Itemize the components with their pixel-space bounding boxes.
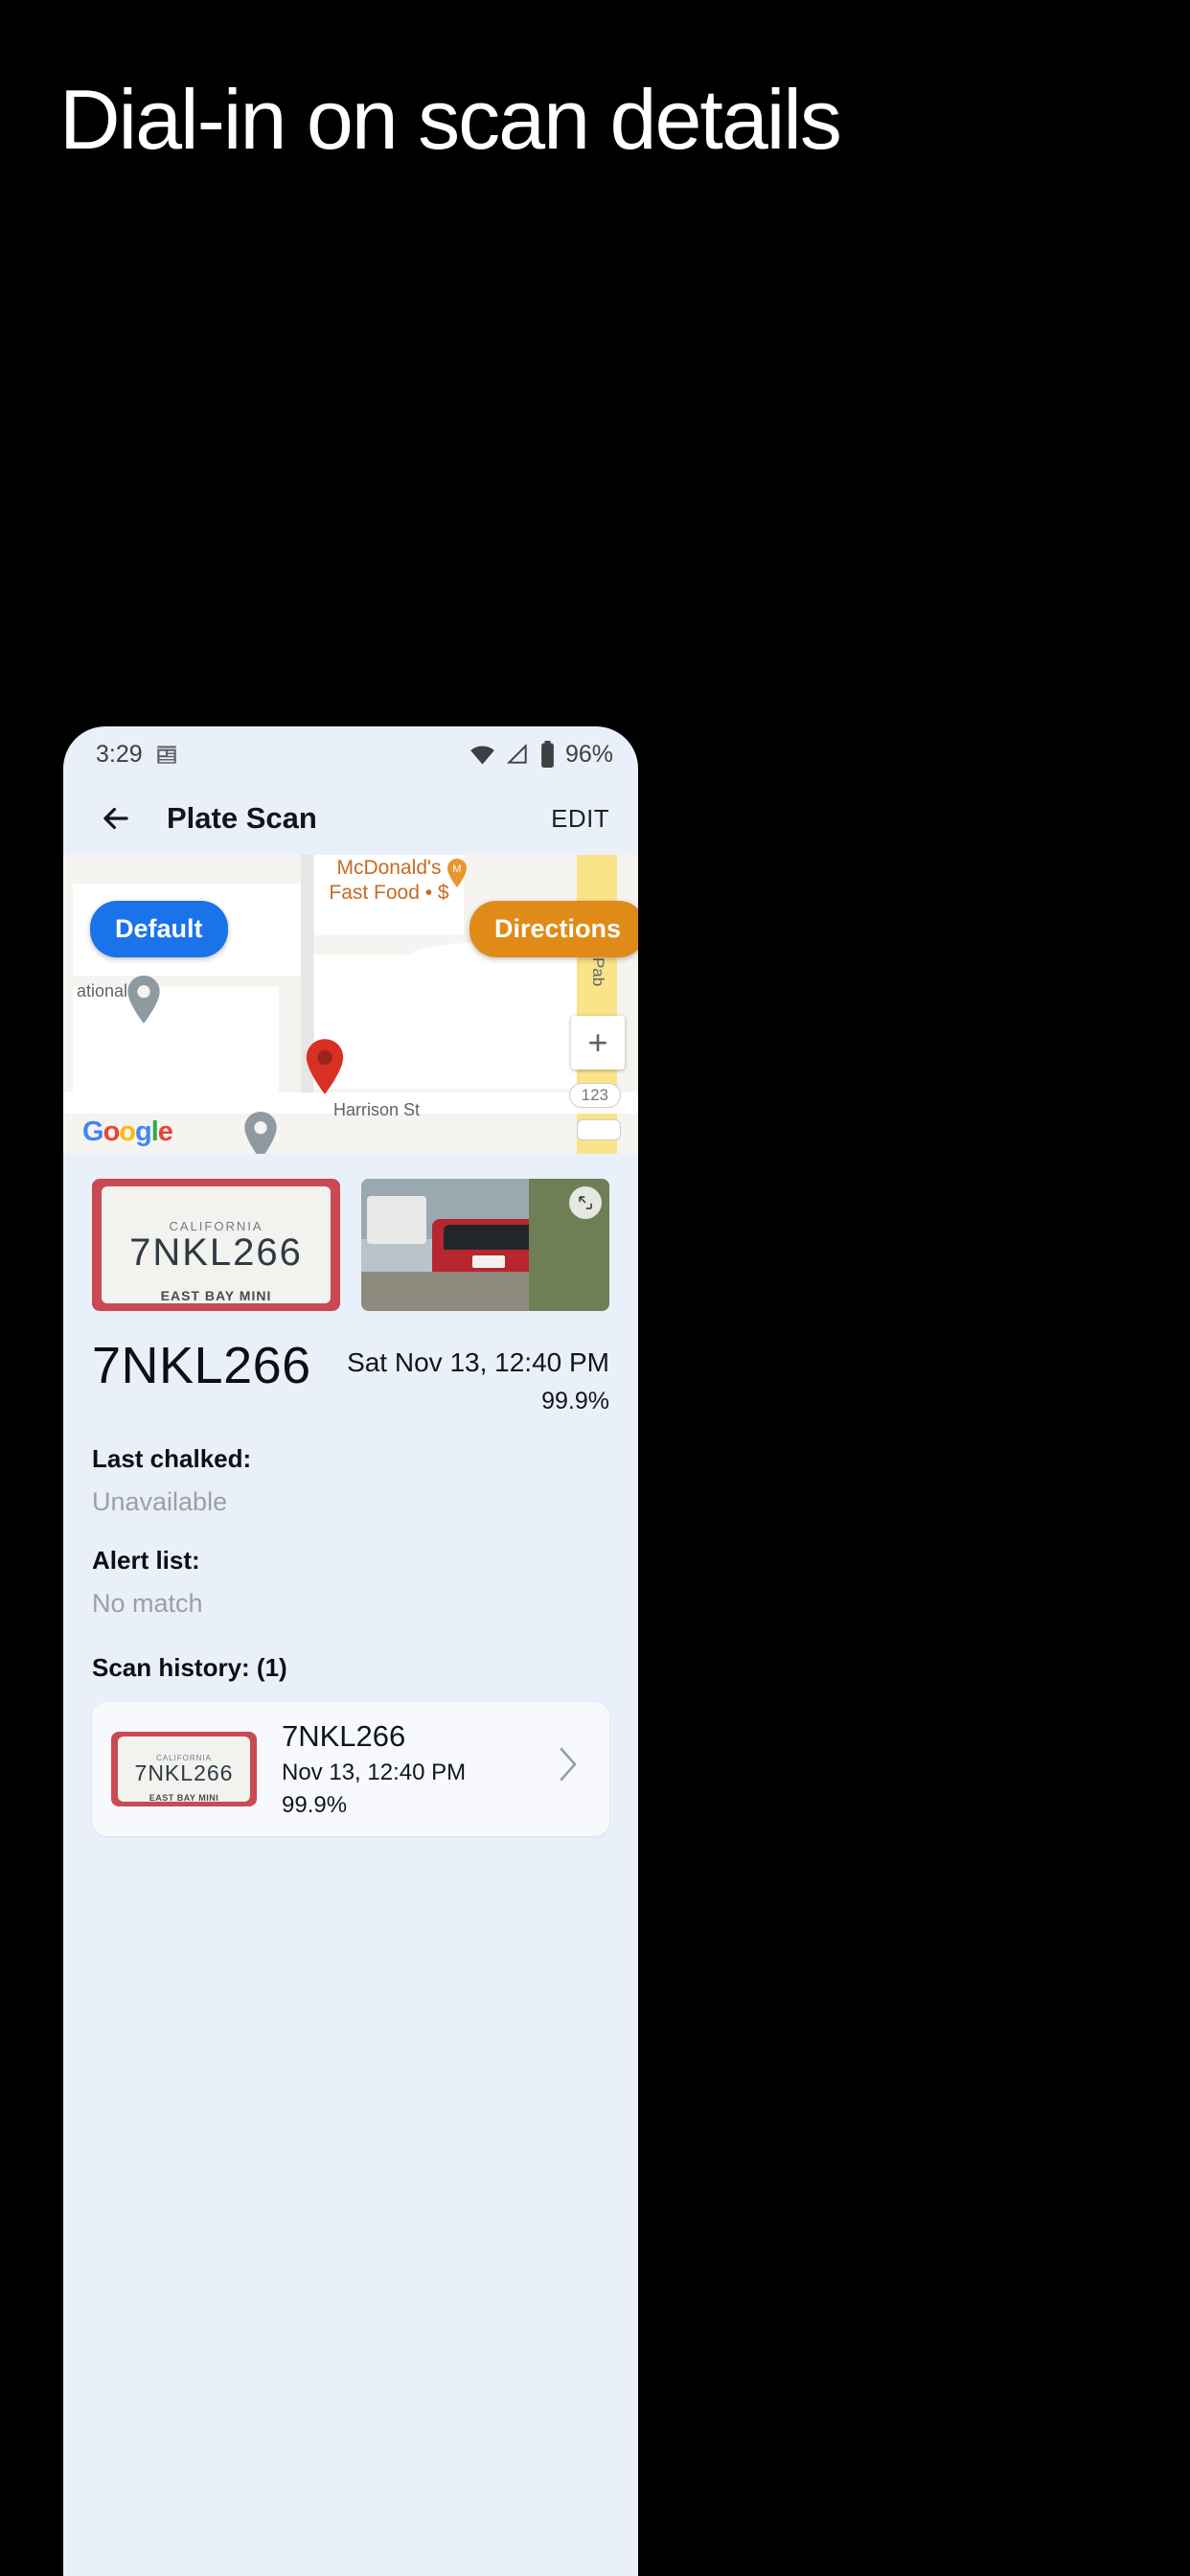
plate-number: 7NKL266 (92, 1337, 311, 1394)
phone-mockup: 3:29 96% Plate Scan EDIT M McDonald's Fa… (63, 726, 638, 2576)
news-icon (154, 742, 179, 767)
license-plate-photo[interactable]: CALIFORNIA 7NKL266 EAST BAY MINI (92, 1179, 340, 1311)
map-pin-grey[interactable] (241, 1112, 280, 1154)
map-scale-bar (577, 1119, 621, 1140)
map-view[interactable]: M McDonald's Fast Food • $ ational Harri… (63, 855, 638, 1154)
field-value: Unavailable (92, 1487, 228, 1516)
chevron-right-icon[interactable] (556, 1744, 590, 1794)
page-title: Plate Scan (167, 801, 317, 835)
cell-signal-icon (505, 742, 530, 767)
history-thumb-bottom-text: EAST BAY MINI (149, 1793, 219, 1803)
scan-confidence: 99.9% (541, 1388, 609, 1414)
battery-percent: 96% (564, 740, 613, 768)
status-time: 3:29 (96, 740, 143, 768)
history-thumb-number: 7NKL266 (134, 1760, 234, 1785)
battery-icon (539, 741, 556, 768)
history-plate-number: 7NKL266 (282, 1719, 406, 1753)
history-item-text: 7NKL266 Nov 13, 12:40 PM 99.9% (282, 1719, 466, 1819)
app-toolbar: Plate Scan EDIT (63, 782, 638, 855)
map-partial-label: ational (77, 981, 128, 1000)
wifi-icon (469, 742, 495, 768)
expand-icon[interactable] (569, 1186, 602, 1219)
scan-timestamp: Sat Nov 13, 12:40 PM (347, 1347, 609, 1377)
history-plate-thumbnail: CALIFORNIA 7NKL266 EAST BAY MINI (111, 1732, 257, 1806)
edit-button[interactable]: EDIT (551, 804, 609, 834)
back-arrow-icon[interactable] (92, 794, 140, 842)
status-bar: 3:29 96% (63, 726, 638, 782)
poi-subtitle: Fast Food • $ (329, 882, 449, 904)
field-value: No match (92, 1589, 203, 1618)
directions-button[interactable]: Directions (469, 901, 638, 957)
scan-history-item[interactable]: CALIFORNIA 7NKL266 EAST BAY MINI 7NKL266… (92, 1702, 609, 1836)
photo-row: CALIFORNIA 7NKL266 EAST BAY MINI (92, 1179, 609, 1311)
plate-summary-row: 7NKL266 Sat Nov 13, 12:40 PM 99.9% (92, 1336, 609, 1415)
poi-name: McDonald's (336, 857, 442, 879)
map-pin-grey[interactable] (125, 976, 163, 1028)
google-watermark: Google (82, 1116, 173, 1147)
street-label: Harrison St (333, 1100, 421, 1119)
map-zoom-controls[interactable]: + (571, 1016, 625, 1070)
map-scale-label: 123 (568, 1083, 621, 1108)
scan-details-panel: CALIFORNIA 7NKL266 EAST BAY MINI 7NKL266… (63, 1154, 638, 1836)
nav-bar-area (63, 2551, 638, 2576)
promo-headline: Dial-in on scan details (59, 72, 842, 167)
default-view-button[interactable]: Default (90, 901, 228, 957)
field-alert-list: Alert list: No match (92, 1546, 609, 1619)
history-date: Nov 13, 12:40 PM (282, 1760, 467, 1785)
map-block (73, 987, 279, 1100)
zoom-in-icon[interactable]: + (571, 1016, 625, 1070)
field-last-chalked: Last chalked: Unavailable (92, 1444, 609, 1517)
field-label: Last chalked: (92, 1444, 252, 1473)
scan-meta: Sat Nov 13, 12:40 PM 99.9% (347, 1336, 609, 1415)
field-label: Alert list: (92, 1546, 200, 1575)
plate-photo-bottom-text: EAST BAY MINI (160, 1288, 272, 1303)
map-pin-location[interactable] (303, 1039, 347, 1099)
vehicle-photo[interactable] (361, 1179, 609, 1311)
plate-photo-number: 7NKL266 (129, 1230, 303, 1274)
history-confidence: 99.9% (282, 1792, 348, 1818)
scan-history-label: Scan history: (1) (92, 1653, 287, 1682)
